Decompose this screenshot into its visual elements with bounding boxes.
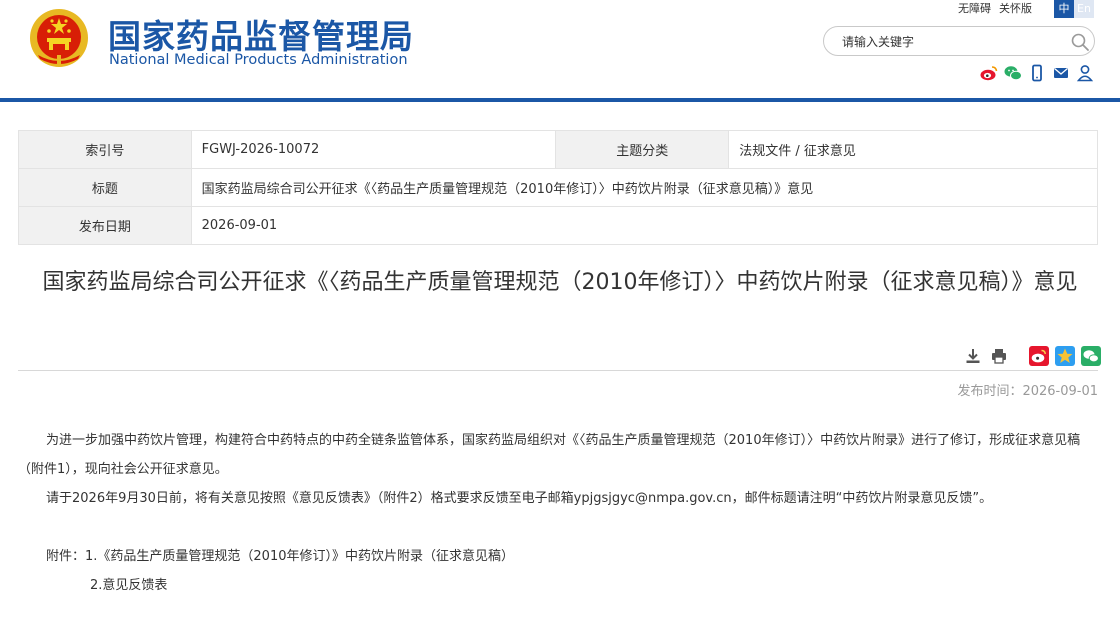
info-row-index: 索引号 FGWJ-2026-10072 主题分类 法规文件 / 征求意见 <box>18 130 1098 169</box>
paragraph-1: 为进一步加强中药饮片管理，构建符合中药特点的中药全链条监管体系，国家药监局组织对… <box>18 433 1081 477</box>
site-title-en[interactable]: National Medical Products Administration <box>109 52 408 68</box>
weibo-icon[interactable] <box>979 63 999 83</box>
info-row-title: 标题 国家药监局综合司公开征求《〈药品生产质量管理规范（2010年修订）〉中药饮… <box>18 168 1099 207</box>
header-divider <box>0 98 1120 102</box>
article-title: 国家药监局综合司公开征求《〈药品生产质量管理规范（2010年修订）〉中药饮片附录… <box>42 270 1078 295</box>
date-value: 2026-09-01 <box>190 206 1099 245</box>
national-emblem-logo[interactable] <box>28 7 90 69</box>
mobile-icon[interactable] <box>1027 63 1047 83</box>
title-label: 标题 <box>18 168 192 207</box>
paragraph-2: 请于2026年9月30日前，将有关意见按照《意见反馈表》（附件2）格式要求反馈至… <box>46 491 993 506</box>
category-value: 法规文件 / 征求意见 <box>728 130 1098 169</box>
info-row-date: 发布日期 2026-09-01 <box>18 206 1099 245</box>
site-header: 国家药品监督管理局 National Medical Products Admi… <box>0 0 1120 100</box>
document-info-table: 索引号 FGWJ-2026-10072 主题分类 法规文件 / 征求意见 标题 … <box>18 130 1099 245</box>
lang-cn-button[interactable]: 中 <box>1054 0 1074 18</box>
article-body: 为进一步加强中药饮片管理，构建符合中药特点的中药全链条监管体系，国家药监局组织对… <box>18 426 1098 600</box>
wechat-icon[interactable] <box>1003 63 1023 83</box>
search-input[interactable] <box>840 32 1064 52</box>
download-icon[interactable] <box>963 346 983 366</box>
mail-icon[interactable] <box>1051 63 1071 83</box>
accessibility-link[interactable]: 无障碍 <box>958 2 991 15</box>
top-links: 无障碍 关怀版 <box>958 0 1040 16</box>
user-icon[interactable] <box>1075 63 1095 83</box>
date-label: 发布日期 <box>18 206 192 245</box>
publish-time: 发布时间：2026-09-01 <box>957 384 1098 399</box>
title-divider <box>18 370 1098 371</box>
elderly-mode-link[interactable]: 关怀版 <box>999 2 1032 15</box>
site-title-cn[interactable]: 国家药品监督管理局 <box>108 10 414 58</box>
language-switch: 中 En <box>1054 0 1094 18</box>
attachment-2-link[interactable]: 2.意见反馈表 <box>18 571 1098 600</box>
tools-spacer <box>1015 346 1023 366</box>
title-value: 国家药监局综合司公开征求《〈药品生产质量管理规范（2010年修订）〉中药饮片附录… <box>190 168 1099 207</box>
article-tools <box>963 346 1101 366</box>
category-label: 主题分类 <box>555 130 730 169</box>
index-value: FGWJ-2026-10072 <box>190 130 557 169</box>
print-icon[interactable] <box>989 346 1009 366</box>
attachment-1-link[interactable]: 附件：1.《药品生产质量管理规范（2010年修订）》中药饮片附录（征求意见稿） <box>18 542 1098 571</box>
index-label: 索引号 <box>18 130 192 169</box>
wechat-share-icon[interactable] <box>1081 346 1101 366</box>
qzone-share-icon[interactable] <box>1055 346 1075 366</box>
weibo-share-icon[interactable] <box>1029 346 1049 366</box>
lang-en-button[interactable]: En <box>1074 0 1094 18</box>
search-box <box>823 26 1095 56</box>
social-links <box>979 63 1095 83</box>
search-icon[interactable] <box>1070 32 1090 52</box>
